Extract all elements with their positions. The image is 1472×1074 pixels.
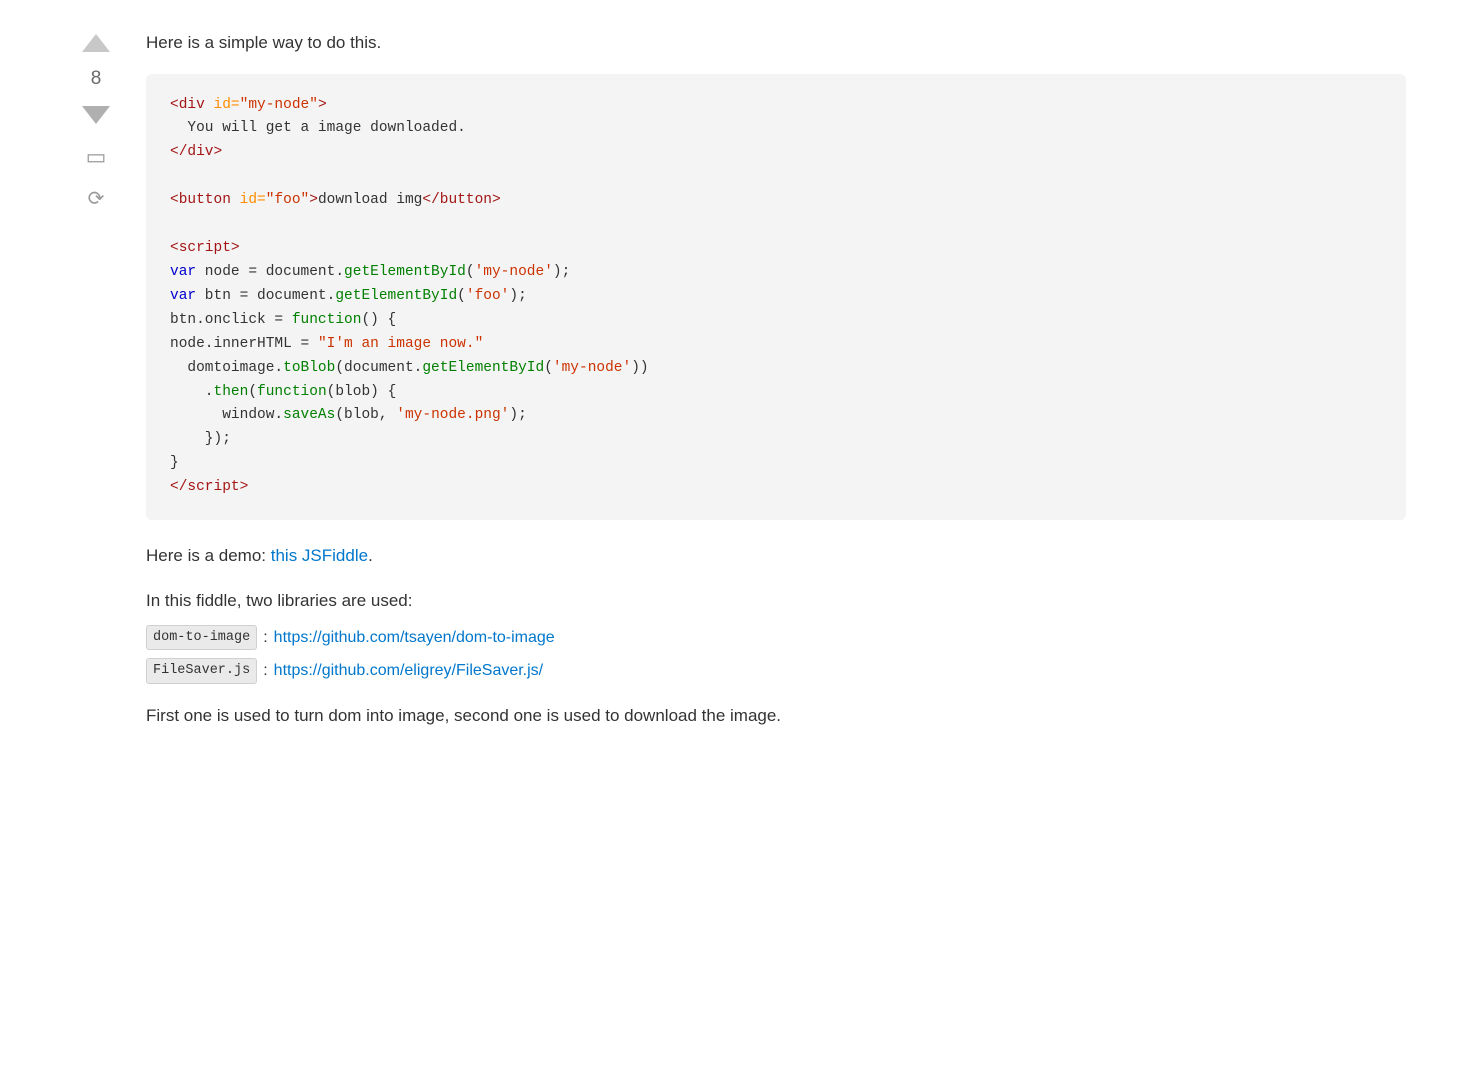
lib2-link[interactable]: https://github.com/eligrey/FileSaver.js/: [274, 658, 543, 684]
bookmark-icon[interactable]: ▭: [86, 144, 107, 170]
code-block: <div id="my-node"> You will get a image …: [146, 74, 1406, 521]
lib1-separator: :: [263, 625, 267, 651]
page-container: 8 ▭ ⟳ Here is a simple way to do this. <…: [36, 20, 1436, 739]
lib2-name: FileSaver.js: [146, 658, 257, 684]
lib1-link[interactable]: https://github.com/tsayen/dom-to-image: [274, 625, 555, 651]
main-content: Here is a simple way to do this. <div id…: [126, 30, 1406, 729]
library-item-2: FileSaver.js : https://github.com/eligre…: [146, 658, 1406, 684]
jsfiddle-link[interactable]: this JSFiddle: [271, 546, 368, 565]
libraries-title: In this fiddle, two libraries are used:: [146, 587, 1406, 614]
vote-down-button[interactable]: [82, 106, 110, 124]
lib2-separator: :: [263, 658, 267, 684]
demo-text-after: .: [368, 546, 373, 565]
vote-count: 8: [91, 68, 102, 90]
sidebar: 8 ▭ ⟳: [66, 30, 126, 729]
demo-line: Here is a demo: this JSFiddle.: [146, 542, 1406, 569]
history-icon[interactable]: ⟳: [88, 186, 105, 211]
demo-text-before: Here is a demo:: [146, 546, 271, 565]
vote-up-button[interactable]: [82, 34, 110, 52]
intro-text: Here is a simple way to do this.: [146, 30, 1406, 56]
library-item-1: dom-to-image : https://github.com/tsayen…: [146, 625, 1406, 651]
lib1-name: dom-to-image: [146, 625, 257, 651]
summary-text: First one is used to turn dom into image…: [146, 702, 1406, 729]
